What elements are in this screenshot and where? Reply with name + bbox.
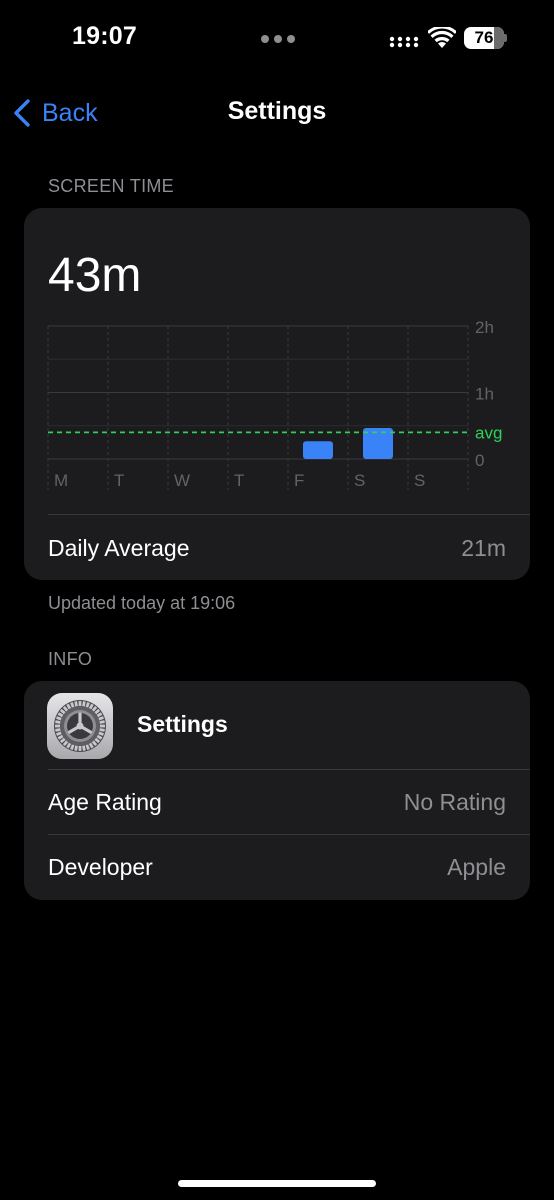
chart-x-label: S xyxy=(354,471,365,490)
chart-x-label: F xyxy=(294,471,304,490)
page-title: Settings xyxy=(227,97,327,125)
section-header-info: INFO xyxy=(48,649,93,669)
weekly-usage-chart: avg 2h 1h 0 M T W T F S S xyxy=(47,318,502,490)
status-bar: 19:07 76 xyxy=(0,0,554,80)
status-time: 19:07 xyxy=(72,22,137,50)
home-indicator[interactable] xyxy=(178,1180,376,1187)
row-divider xyxy=(48,834,530,835)
daily-average-label: Daily Average xyxy=(48,535,190,561)
updated-timestamp: Updated today at 19:06 xyxy=(48,593,236,613)
dynamic-island-dots-icon xyxy=(261,35,295,43)
age-rating-label: Age Rating xyxy=(48,789,162,815)
row-divider xyxy=(48,769,530,770)
chart-y-tick: 0 xyxy=(475,451,484,470)
chart-x-label: T xyxy=(234,471,244,490)
chart-average-label: avg xyxy=(475,423,502,442)
gear-icon xyxy=(54,700,106,752)
app-icon xyxy=(47,693,113,759)
age-rating-value: No Rating xyxy=(403,789,506,815)
chart-x-label: W xyxy=(174,471,190,490)
chart-y-tick: 1h xyxy=(475,385,494,404)
chart-bar xyxy=(303,441,333,459)
row-divider xyxy=(48,514,530,515)
chart-x-label: S xyxy=(414,471,425,490)
info-card: Settings Age Rating No Rating Developer … xyxy=(24,681,530,900)
battery-level: 76 xyxy=(474,28,494,47)
chart-x-label: M xyxy=(54,471,68,490)
section-header-screen-time: SCREEN TIME xyxy=(48,176,174,196)
chart-x-label: T xyxy=(114,471,124,490)
cellular-signal-icon xyxy=(389,36,419,48)
developer-label: Developer xyxy=(48,854,153,880)
daily-average-value: 21m xyxy=(461,535,506,561)
developer-value: Apple xyxy=(447,854,506,880)
screen-time-card: 43m avg 2h 1h 0 MTWTFSS Daily Average 21m xyxy=(24,208,530,580)
wifi-icon xyxy=(428,27,456,48)
chart-y-tick: 2h xyxy=(475,318,494,337)
screen: 19:07 76 Back Settings SCREEN TIME 43m a… xyxy=(0,0,554,1200)
app-name: Settings xyxy=(137,711,228,737)
battery-icon: 76 xyxy=(464,27,508,49)
